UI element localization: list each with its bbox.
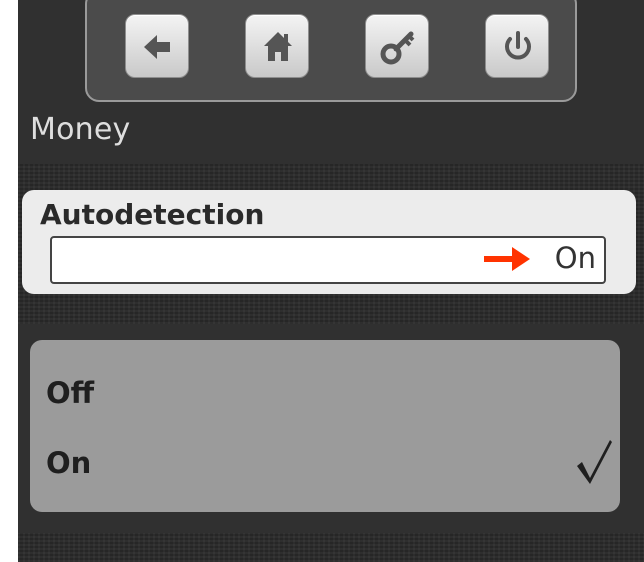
home-icon [264, 32, 292, 61]
option-label: On [46, 446, 92, 480]
arrow-right-icon [484, 247, 530, 271]
home-button[interactable] [245, 14, 309, 78]
power-button[interactable] [485, 14, 549, 78]
power-icon [505, 31, 531, 60]
setting-value-field[interactable]: On [50, 236, 606, 284]
page-title: Money [30, 112, 131, 147]
arrow-left-icon [144, 35, 170, 59]
bottom-band [18, 533, 644, 562]
key-icon [380, 31, 415, 65]
back-button[interactable] [125, 14, 189, 78]
checkmark-icon [577, 440, 612, 484]
screen: Money Autodetection On Off On [18, 0, 644, 562]
setting-label: Autodetection [40, 198, 265, 231]
key-button[interactable] [365, 14, 429, 78]
options-list: Off On [30, 340, 620, 512]
option-on[interactable]: On [30, 434, 620, 494]
option-off[interactable]: Off [30, 364, 620, 424]
setting-value: On [554, 241, 596, 275]
autodetection-setting[interactable]: Autodetection On [22, 190, 636, 294]
option-label: Off [46, 376, 95, 410]
toolbar [85, 0, 577, 102]
